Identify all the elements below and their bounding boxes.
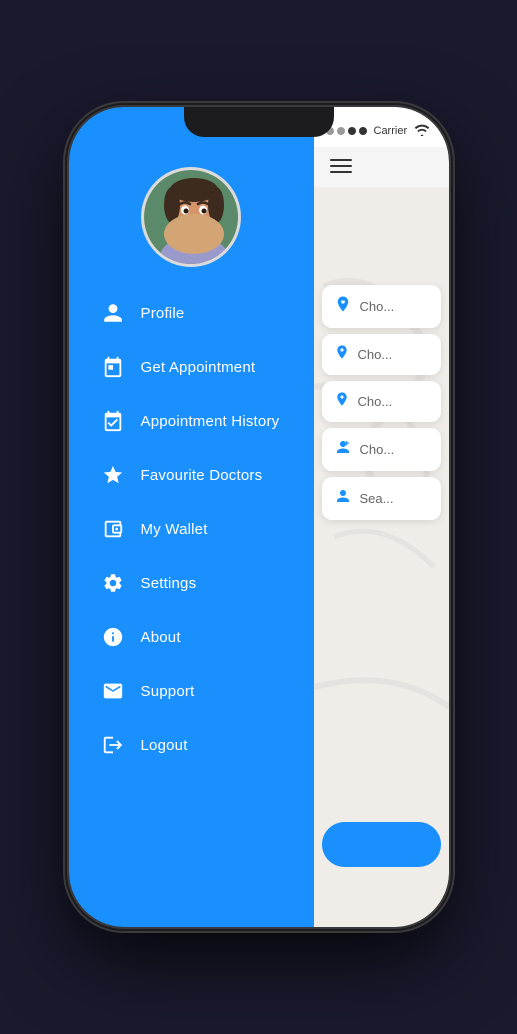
search-card-2[interactable]: Cho... <box>322 334 441 375</box>
sidebar-item-settings[interactable]: Settings <box>79 557 304 609</box>
avatar <box>141 167 241 267</box>
search-card-5[interactable]: Sea... <box>322 477 441 520</box>
hamburger-line-2 <box>330 165 352 167</box>
search-card-1[interactable]: Cho... <box>322 285 441 328</box>
pin-icon-2 <box>334 391 350 412</box>
sidebar-item-label-settings: Settings <box>141 575 197 592</box>
signal-dot-3 <box>348 127 356 135</box>
sidebar-item-profile[interactable]: Profile <box>79 287 304 339</box>
search-doctor-icon <box>334 487 352 510</box>
gear-icon <box>99 569 127 597</box>
location-person-icon <box>334 295 352 318</box>
search-card-text-2: Cho... <box>358 347 393 362</box>
bottom-action-button[interactable] <box>322 822 441 867</box>
email-icon <box>99 677 127 705</box>
sidebar-item-label-get-appointment: Get Appointment <box>141 359 256 376</box>
wallet-icon <box>99 515 127 543</box>
hamburger-line-1 <box>330 159 352 161</box>
calendar-check-icon <box>99 407 127 435</box>
menu-list: Profile Get Appointment <box>69 287 314 927</box>
sidebar-item-label-favourite-doctors: Favourite Doctors <box>141 467 263 484</box>
search-card-text-4: Cho... <box>360 442 395 457</box>
search-card-3[interactable]: Cho... <box>322 381 441 422</box>
search-card-text-5: Sea... <box>360 491 394 506</box>
sidebar-item-label-profile: Profile <box>141 305 185 322</box>
phone-frame: Profile Get Appointment <box>69 107 449 927</box>
phone-screen: Profile Get Appointment <box>69 107 449 927</box>
search-card-text-3: Cho... <box>358 394 393 409</box>
sidebar-item-label-my-wallet: My Wallet <box>141 521 208 538</box>
sidebar-item-label-support: Support <box>141 683 195 700</box>
logout-icon <box>99 731 127 759</box>
search-card-4[interactable]: Cho... <box>322 428 441 471</box>
signal-area: Carrier <box>326 124 431 139</box>
info-icon <box>99 623 127 651</box>
person-icon <box>99 299 127 327</box>
sidebar-item-logout[interactable]: Logout <box>79 719 304 771</box>
hamburger-line-3 <box>330 171 352 173</box>
search-cards-container: Cho... Cho... <box>314 277 449 528</box>
person-medical-icon <box>334 438 352 461</box>
wifi-icon <box>414 124 430 139</box>
sidebar-item-label-about: About <box>141 629 181 646</box>
sidebar-item-appointment-history[interactable]: Appointment History <box>79 395 304 447</box>
pin-icon-1 <box>334 344 350 365</box>
sidebar-item-support[interactable]: Support <box>79 665 304 717</box>
star-icon <box>99 461 127 489</box>
signal-dot-4 <box>359 127 367 135</box>
sidebar-item-about[interactable]: About <box>79 611 304 663</box>
sidebar-item-my-wallet[interactable]: My Wallet <box>79 503 304 555</box>
right-panel: Carrier <box>314 107 449 927</box>
search-card-text-1: Cho... <box>360 299 395 314</box>
sidebar-item-label-logout: Logout <box>141 737 188 754</box>
signal-dot-2 <box>337 127 345 135</box>
carrier-label: Carrier <box>374 125 408 137</box>
sidebar: Profile Get Appointment <box>69 107 314 927</box>
notch <box>184 107 334 137</box>
sidebar-item-favourite-doctors[interactable]: Favourite Doctors <box>79 449 304 501</box>
map-area: Cho... Cho... <box>314 187 449 927</box>
sidebar-item-get-appointment[interactable]: Get Appointment <box>79 341 304 393</box>
phone-wrapper: Profile Get Appointment <box>0 0 517 1034</box>
status-bar: Carrier <box>314 107 449 147</box>
sidebar-item-label-appointment-history: Appointment History <box>141 413 280 430</box>
calendar-icon <box>99 353 127 381</box>
avatar-image <box>144 170 238 264</box>
hamburger-button[interactable] <box>326 155 356 177</box>
